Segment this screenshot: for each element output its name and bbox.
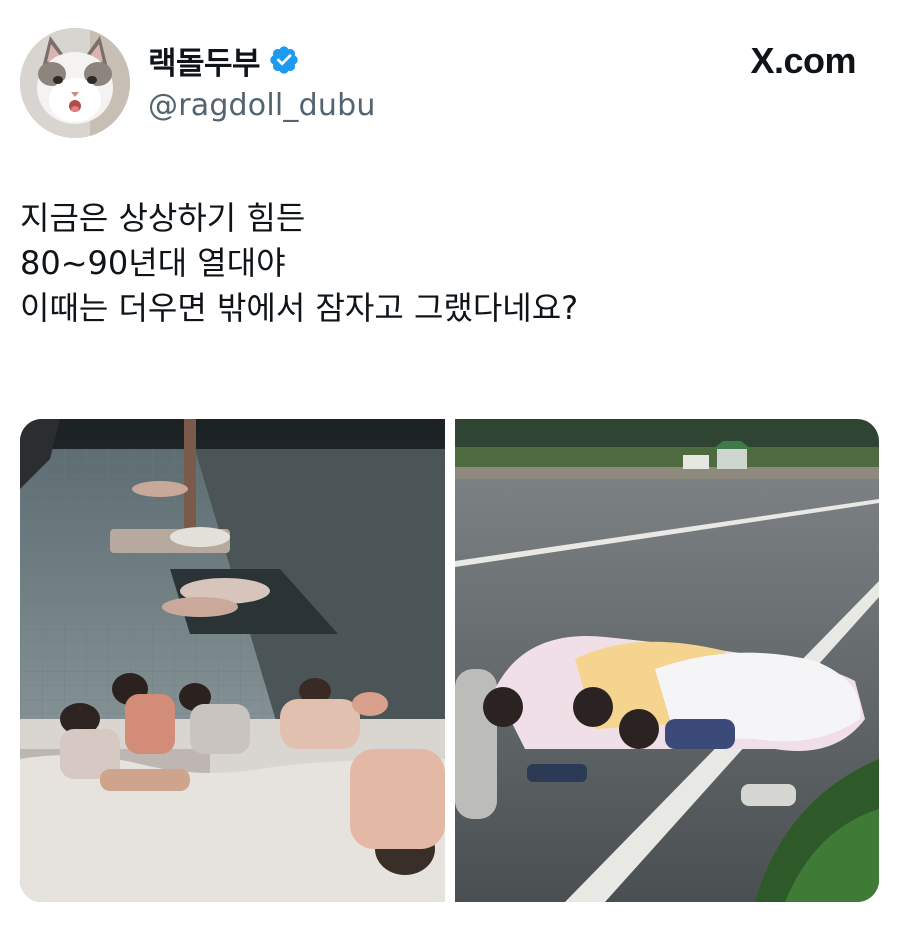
tweet-photo-left[interactable] bbox=[20, 419, 445, 902]
tweet-photo-right[interactable] bbox=[455, 419, 879, 902]
author-handle[interactable]: @ragdoll_dubu bbox=[148, 88, 376, 123]
avatar[interactable] bbox=[20, 28, 130, 138]
author-display-name[interactable]: 랙돌두부 bbox=[148, 38, 261, 83]
author-name-row: 랙돌두부 bbox=[148, 38, 300, 83]
tweet-line: 지금은 상상하기 힘든 bbox=[20, 199, 306, 237]
photo-sidewalk-night bbox=[20, 419, 445, 902]
cat-avatar-icon bbox=[20, 28, 130, 138]
photo-roadside-dawn bbox=[455, 419, 879, 902]
verified-badge-icon bbox=[270, 46, 298, 74]
tweet-line: 80~90년대 열대야 bbox=[20, 244, 286, 282]
site-logo: X.com bbox=[750, 40, 856, 81]
tweet-line: 이때는 더우면 밖에서 잠자고 그랬다네요? bbox=[20, 289, 579, 327]
tweet-text: 지금은 상상하기 힘든 80~90년대 열대야 이때는 더우면 밖에서 잠자고 … bbox=[20, 196, 880, 331]
